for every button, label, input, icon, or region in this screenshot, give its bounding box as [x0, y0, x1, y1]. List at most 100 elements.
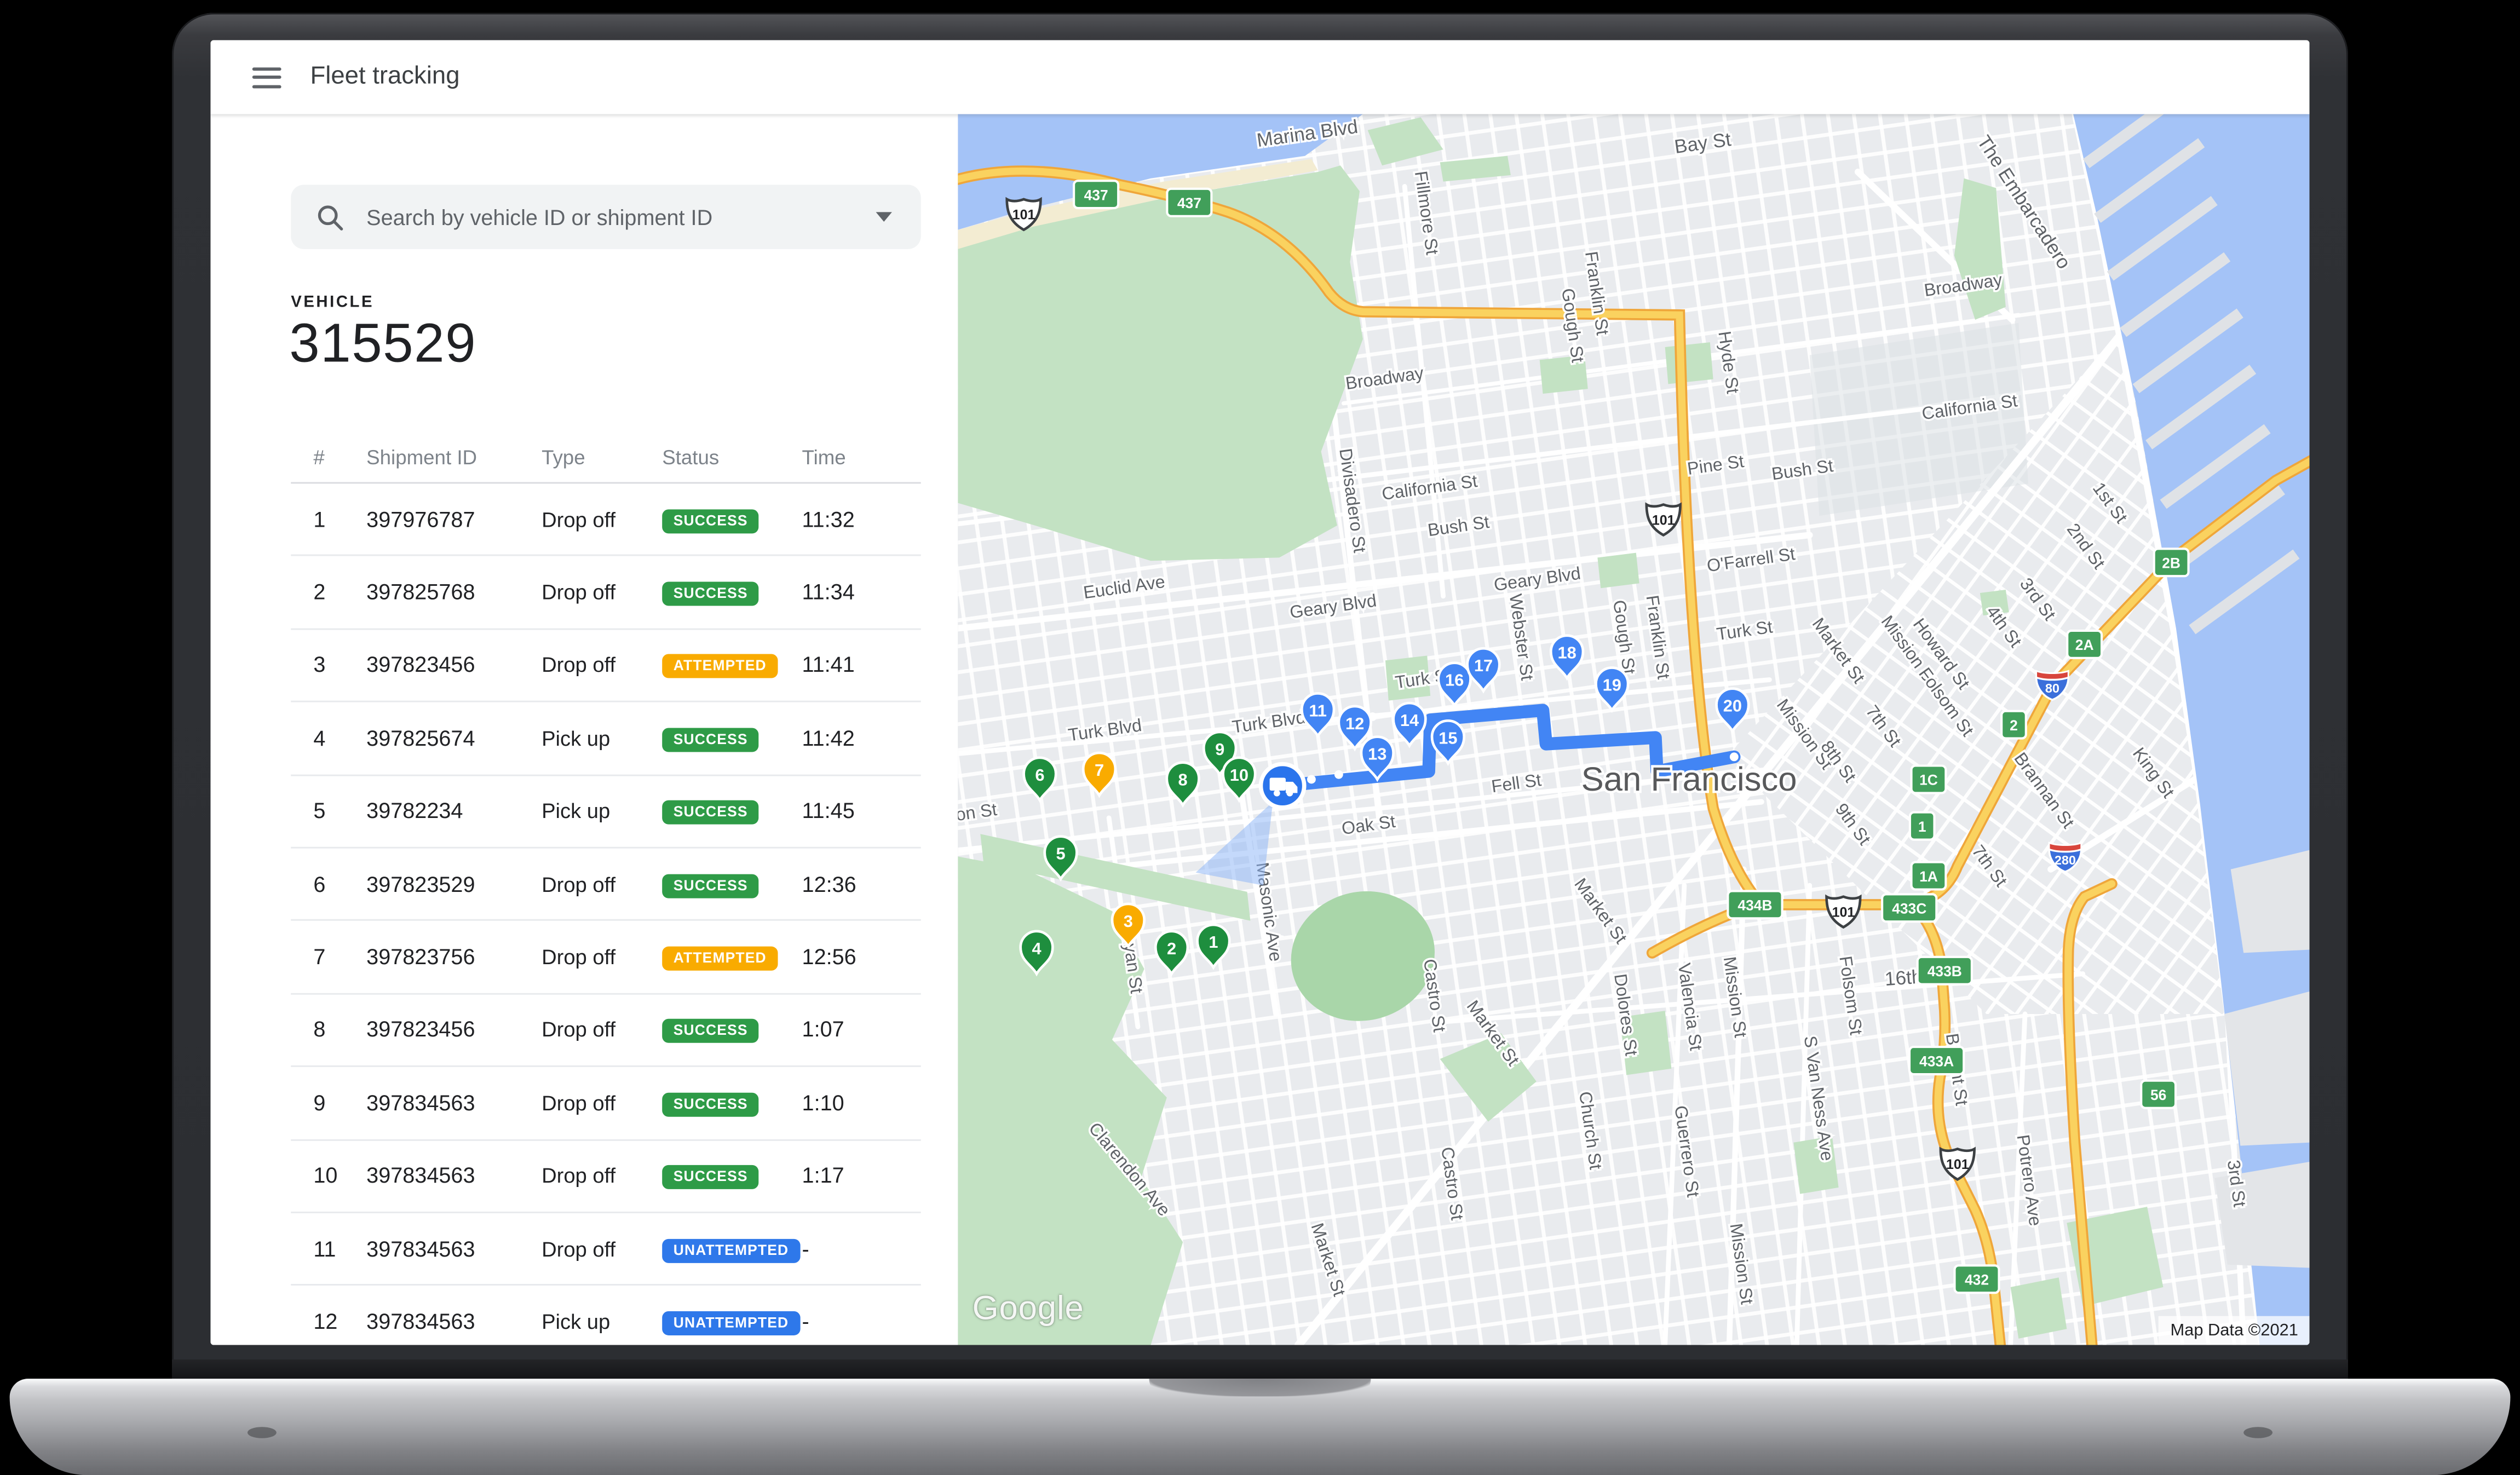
table-row[interactable]: 12397834563Pick upUNATTEMPTED- [291, 1286, 921, 1345]
svg-text:1C: 1C [1919, 772, 1938, 788]
cell-n: 7 [313, 945, 366, 969]
status-badge: ATTEMPTED [662, 655, 778, 679]
column-header: # [313, 446, 366, 468]
svg-text:434B: 434B [1737, 897, 1772, 914]
status-badge: SUCCESS [662, 874, 759, 898]
route-waypoint-dot [1730, 752, 1739, 761]
exit-shield: 1 [1910, 813, 1935, 840]
page: Fleet tracking Search by vehicle ID or s… [0, 0, 2520, 1451]
svg-text:15: 15 [1439, 728, 1457, 747]
status-badge: SUCCESS [662, 1019, 759, 1044]
vehicle-id: 315529 [289, 313, 476, 376]
svg-text:14: 14 [1400, 711, 1419, 730]
search-icon [317, 203, 344, 231]
exit-shield: 433A [1909, 1047, 1964, 1074]
cell-typ: Drop off [542, 580, 662, 604]
cell-id: 397823756 [366, 945, 542, 969]
svg-text:12: 12 [1345, 714, 1364, 733]
cell-time: 1:07 [802, 1018, 921, 1042]
status-badge: SUCCESS [662, 1092, 759, 1116]
park-area [2011, 1277, 2067, 1339]
table-row[interactable]: 2397825768Drop offSUCCESS11:34 [291, 557, 921, 630]
svg-text:432: 432 [1965, 1271, 1989, 1288]
laptop-foot [248, 1427, 277, 1438]
cell-typ: Pick up [542, 799, 662, 823]
svg-text:437: 437 [1084, 187, 1108, 203]
page-title: Fleet tracking [310, 62, 459, 91]
svg-text:433A: 433A [1919, 1053, 1954, 1069]
svg-text:101: 101 [1946, 1157, 1969, 1172]
chevron-down-icon[interactable] [876, 212, 892, 222]
table-row[interactable]: 7397823756Drop offATTEMPTED12:56 [291, 921, 921, 994]
exit-shield: 56 [2141, 1081, 2176, 1108]
exit-shield: 2 [2001, 711, 2026, 739]
cell-time: 12:56 [802, 945, 921, 969]
sidebar: Search by vehicle ID or shipment ID VEHI… [210, 114, 958, 1345]
app-header: Fleet tracking [210, 40, 2309, 114]
laptop-base [10, 1379, 2511, 1475]
cell-typ: Drop off [542, 653, 662, 677]
cell-time: 11:32 [802, 508, 921, 532]
table-row[interactable]: 10397834563Drop offSUCCESS1:17 [291, 1140, 921, 1213]
table-row[interactable]: 8397823456Drop offSUCCESS1:07 [291, 994, 921, 1067]
table-header: #Shipment IDTypeStatusTime [291, 433, 921, 482]
search-input[interactable]: Search by vehicle ID or shipment ID [291, 185, 921, 249]
svg-text:2: 2 [1167, 939, 1176, 958]
search-placeholder: Search by vehicle ID or shipment ID [366, 205, 876, 229]
table-row[interactable]: 6397823529Drop offSUCCESS12:36 [291, 849, 921, 921]
map-attribution: Map Data ©2021 [2159, 1316, 2310, 1345]
svg-text:2: 2 [2010, 717, 2018, 734]
map-canvas[interactable]: Marina BlvdBay StThe EmbarcaderoBroadway… [958, 114, 2309, 1345]
status-badge: SUCCESS [662, 728, 759, 752]
svg-text:2A: 2A [2075, 637, 2094, 653]
cell-id: 397834563 [366, 1310, 542, 1334]
cell-id: 397834563 [366, 1163, 542, 1188]
cell-n: 6 [313, 872, 366, 896]
cell-n: 1 [313, 508, 366, 532]
table-row[interactable]: 3397823456Drop offATTEMPTED11:41 [291, 630, 921, 702]
cell-typ: Drop off [542, 508, 662, 532]
table-row[interactable]: 1397976787Drop offSUCCESS 11:32 [291, 483, 921, 556]
table-row[interactable]: 4397825674Pick upSUCCESS11:42 [291, 702, 921, 775]
menu-icon[interactable] [252, 61, 281, 94]
cell-id: 397823456 [366, 653, 542, 677]
svg-text:2B: 2B [2162, 555, 2180, 572]
table-row[interactable]: 11397834563Drop offUNATTEMPTED- [291, 1213, 921, 1286]
laptop-notch [1149, 1379, 1371, 1396]
svg-text:1: 1 [1918, 819, 1926, 835]
vehicle-truck-marker[interactable] [1261, 764, 1304, 808]
svg-text:19: 19 [1603, 675, 1621, 694]
status-badge: SUCCESS [662, 509, 759, 533]
exit-shield: 2B [2154, 549, 2189, 576]
svg-text:13: 13 [1368, 745, 1386, 764]
exit-shield: 433C [1882, 894, 1936, 921]
svg-text:1: 1 [1209, 932, 1218, 952]
svg-text:437: 437 [1177, 195, 1201, 211]
cell-typ: Pick up [542, 726, 662, 750]
cell-id: 397976787 [366, 508, 542, 532]
svg-text:1A: 1A [1919, 868, 1938, 885]
cell-time: - [802, 1237, 921, 1261]
svg-text:20: 20 [1723, 696, 1742, 716]
cell-time: - [802, 1310, 921, 1334]
svg-text:9: 9 [1215, 740, 1224, 759]
exit-shield: 1C [1912, 766, 1946, 793]
svg-text:7: 7 [1095, 760, 1104, 780]
cell-id: 39782234 [366, 799, 542, 823]
svg-text:11: 11 [1309, 701, 1327, 720]
status-badge: SUCCESS [662, 1165, 759, 1189]
cell-time: 11:41 [802, 653, 921, 677]
svg-text:8: 8 [1178, 770, 1188, 790]
laptop-foot [2243, 1427, 2272, 1438]
table-row[interactable]: 539782234Pick upSUCCESS11:45 [291, 775, 921, 848]
table-row[interactable]: 9397834563Drop offSUCCESS1:10 [291, 1067, 921, 1140]
cell-n: 5 [313, 799, 366, 823]
cell-id: 397834563 [366, 1091, 542, 1115]
cell-time: 11:42 [802, 726, 921, 750]
cell-typ: Drop off [542, 1163, 662, 1188]
map[interactable]: Marina BlvdBay StThe EmbarcaderoBroadway… [958, 114, 2309, 1345]
city-label: San Francisco [1581, 760, 1797, 798]
cell-id: 397825768 [366, 580, 542, 604]
cell-n: 12 [313, 1310, 366, 1334]
svg-text:5: 5 [1056, 844, 1065, 863]
